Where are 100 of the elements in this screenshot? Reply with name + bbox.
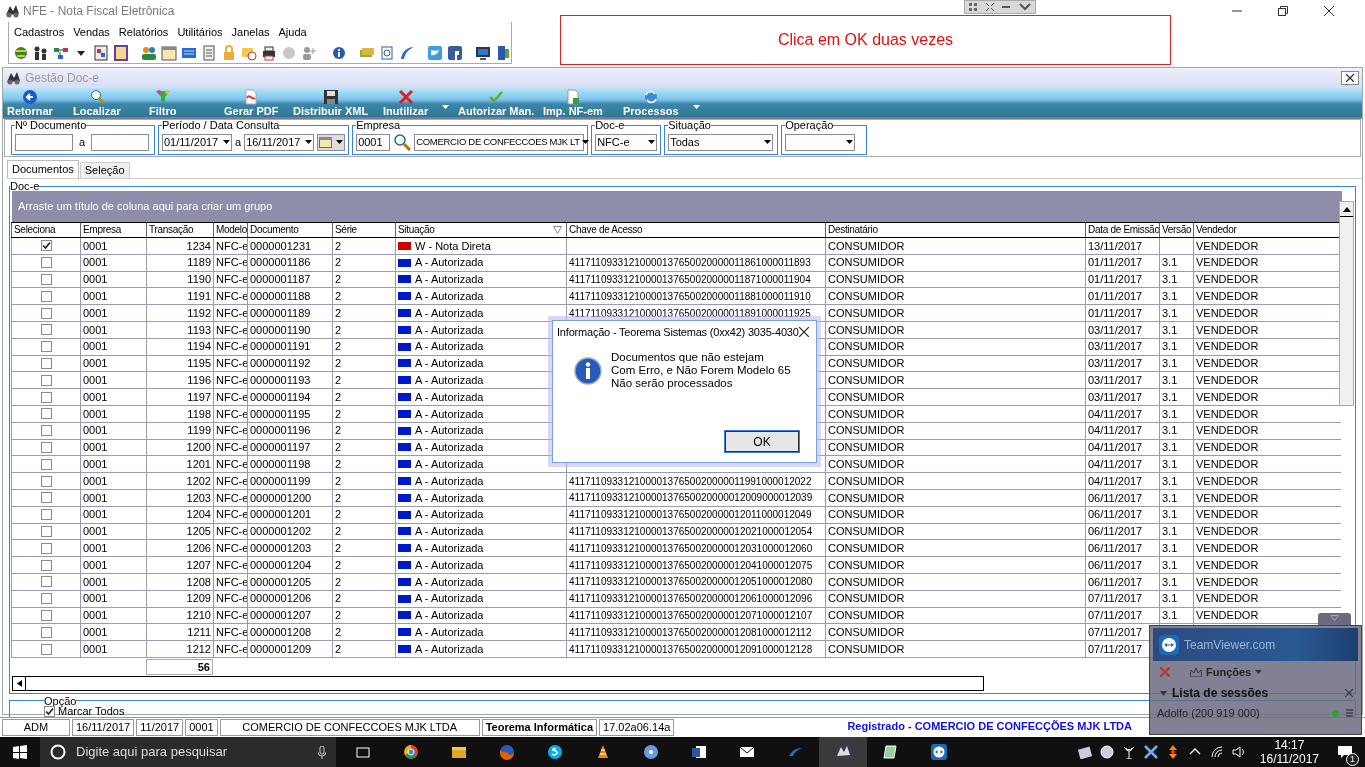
- remote-logo-icon[interactable]: [931, 744, 947, 760]
- chevron-down-icon[interactable]: [1018, 3, 1031, 11]
- menu-item[interactable]: Cadastros: [14, 23, 65, 41]
- form-icon[interactable]: [93, 44, 109, 61]
- toolbar-button[interactable]: Inutilizar: [383, 89, 450, 118]
- column-header[interactable]: Chave de Acesso: [566, 223, 825, 237]
- chat-icon[interactable]: [547, 744, 563, 760]
- person-add-icon[interactable]: [301, 44, 318, 61]
- close-icon[interactable]: [1324, 6, 1334, 16]
- checkbox[interactable]: [40, 475, 52, 487]
- checkbox[interactable]: [40, 525, 52, 537]
- toolbar-button[interactable]: Imp. NF-em: [543, 89, 603, 118]
- expand-icon[interactable]: [1160, 690, 1167, 696]
- tab[interactable]: Documentos: [7, 160, 79, 178]
- notepad-icon[interactable]: [883, 744, 899, 760]
- close-icon[interactable]: [798, 327, 809, 337]
- antenna-icon[interactable]: [1121, 745, 1136, 759]
- checkbox[interactable]: [40, 240, 52, 252]
- checkbox[interactable]: [40, 307, 52, 319]
- door-icon[interactable]: [495, 44, 511, 61]
- checkbox[interactable]: [40, 542, 52, 554]
- menu-item[interactable]: Ajuda: [278, 23, 307, 41]
- dropdown-field[interactable]: Todas: [668, 133, 774, 151]
- word-doc-icon[interactable]: [691, 744, 707, 760]
- checkbox[interactable]: [40, 357, 52, 369]
- input-field[interactable]: [15, 133, 73, 151]
- checkbox[interactable]: [40, 324, 52, 336]
- scroll-left-icon[interactable]: [16, 679, 22, 687]
- printer-icon[interactable]: [261, 44, 278, 61]
- vertical-scrollbar[interactable]: [1339, 201, 1354, 406]
- dropdown-field[interactable]: NFC-e: [595, 133, 658, 151]
- tools-icon[interactable]: [1143, 745, 1158, 759]
- column-header[interactable]: Modelo: [213, 223, 247, 237]
- input-field[interactable]: 0001: [356, 133, 391, 151]
- social-tile-icon[interactable]: [447, 44, 463, 61]
- column-header[interactable]: Situação: [395, 223, 566, 237]
- menu-item[interactable]: Vendas: [73, 23, 110, 41]
- monitor-icon[interactable]: [475, 44, 491, 61]
- people-icon[interactable]: [33, 44, 49, 61]
- toolbar-button[interactable]: Processos: [623, 89, 700, 118]
- column-header[interactable]: Transação: [146, 223, 213, 237]
- app-logo-icon[interactable]: [835, 744, 851, 760]
- fox-browser-icon[interactable]: [499, 744, 515, 760]
- tab[interactable]: Seleção: [79, 162, 130, 178]
- toolbar-button[interactable]: Localizar: [73, 89, 121, 118]
- checkbox[interactable]: [40, 425, 52, 437]
- volume-icon[interactable]: [1231, 745, 1246, 759]
- clock-time[interactable]: 14:17: [1274, 738, 1305, 752]
- clock-date[interactable]: 16/11/2017: [1259, 752, 1319, 766]
- column-header[interactable]: Destinatário: [825, 223, 1085, 237]
- session-item[interactable]: Adolfo (200 919 000): [1157, 704, 1260, 722]
- checkbox[interactable]: [40, 290, 52, 302]
- column-header[interactable]: Série: [332, 223, 395, 237]
- search-icon[interactable]: [393, 133, 412, 151]
- scroll-up-icon[interactable]: [1342, 206, 1351, 212]
- windows-start-icon[interactable]: [13, 745, 27, 759]
- column-header[interactable]: Versão: [1159, 223, 1193, 237]
- column-header[interactable]: Data de Emissão: [1085, 223, 1159, 237]
- folder-icon[interactable]: [451, 744, 467, 760]
- badge-icon[interactable]: [1077, 745, 1092, 759]
- input-field[interactable]: [91, 133, 150, 151]
- toolbar-button[interactable]: Gerar PDF: [224, 89, 279, 118]
- bird-tile-icon[interactable]: [427, 44, 443, 61]
- task-view-icon[interactable]: [355, 744, 371, 760]
- calendar-dropdown[interactable]: [317, 133, 346, 151]
- column-header[interactable]: Empresa: [80, 223, 146, 237]
- filter-icon[interactable]: [553, 226, 562, 234]
- dropdown-field[interactable]: 01/11/2017: [162, 133, 232, 151]
- menu-item[interactable]: Janelas: [231, 23, 270, 41]
- search-field[interactable]: Digite aqui para pesquisar: [40, 737, 336, 767]
- checkbox[interactable]: [40, 626, 52, 638]
- menu-item[interactable]: Relatórios: [118, 23, 169, 41]
- checkbox[interactable]: [40, 458, 52, 470]
- notification-button[interactable]: 1: [1333, 740, 1357, 764]
- checkbox[interactable]: [40, 559, 52, 571]
- toolbar-button[interactable]: Distribuir XML: [293, 89, 369, 118]
- envelope-icon[interactable]: [739, 744, 755, 760]
- dropdown-field[interactable]: 16/11/2017: [244, 133, 315, 151]
- checkbox[interactable]: [40, 643, 52, 655]
- close-button[interactable]: [1341, 71, 1359, 85]
- checkbox[interactable]: [40, 391, 52, 403]
- restore-icon[interactable]: [1278, 6, 1288, 16]
- column-header[interactable]: Seleciona: [11, 223, 80, 237]
- menu-item[interactable]: Utilitários: [177, 23, 223, 41]
- wing-icon[interactable]: [398, 44, 415, 61]
- checkbox[interactable]: [40, 609, 52, 621]
- checkbox[interactable]: [40, 257, 52, 269]
- browser-icon[interactable]: [403, 744, 419, 760]
- checkbox[interactable]: [40, 441, 52, 453]
- checkbox[interactable]: [40, 593, 52, 605]
- users-icon[interactable]: [141, 44, 158, 61]
- functions-menu[interactable]: Funções: [1190, 663, 1263, 681]
- checkbox[interactable]: [40, 492, 52, 504]
- info-icon[interactable]: [330, 44, 347, 61]
- book-icon[interactable]: [113, 44, 129, 61]
- toolbar-button[interactable]: Filtro: [149, 89, 177, 118]
- grid-icon[interactable]: [969, 3, 978, 11]
- horizontal-scrollbar[interactable]: [12, 675, 984, 691]
- collapse-icon[interactable]: [985, 3, 994, 11]
- ok-button[interactable]: OK: [725, 431, 799, 452]
